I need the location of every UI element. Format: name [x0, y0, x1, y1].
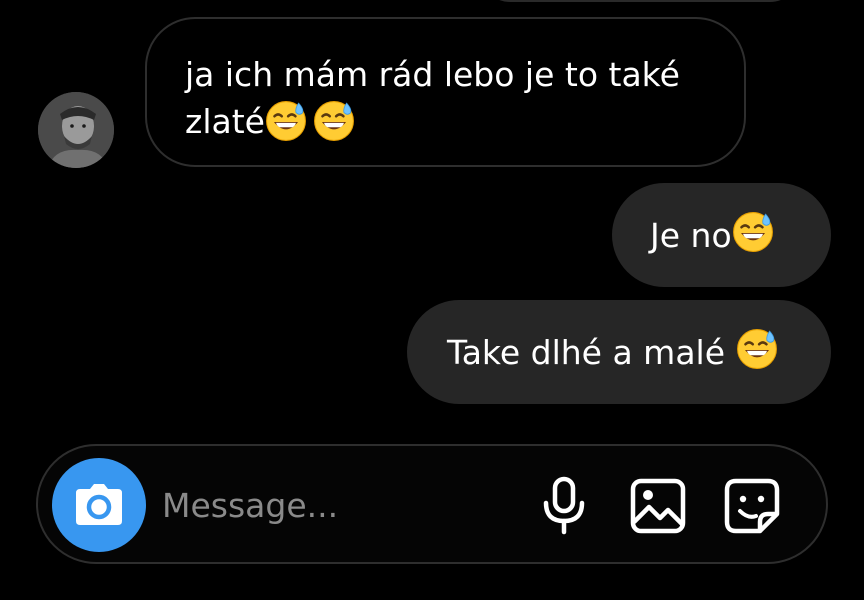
- grinning-sweat-emoji-icon: [736, 328, 778, 370]
- grinning-sweat-emoji-icon: [732, 211, 774, 253]
- chat-screen: ja ich mám rád lebo je to také zlaté Je …: [0, 0, 864, 600]
- sticker-button[interactable]: [722, 476, 782, 536]
- message-composer: [36, 444, 828, 564]
- message-text: Take dlhé a malé: [447, 332, 736, 372]
- message-text-line-2: zlaté: [185, 98, 708, 145]
- avatar-photo-icon: [38, 92, 114, 168]
- camera-button[interactable]: [52, 458, 146, 552]
- microphone-icon: [543, 476, 585, 535]
- grinning-sweat-emoji-icon: [265, 100, 307, 142]
- outgoing-message-bubble[interactable]: Je no: [612, 183, 831, 287]
- message-input[interactable]: [162, 476, 502, 534]
- camera-icon: [76, 484, 122, 525]
- gallery-icon: [630, 478, 686, 534]
- previous-message-bubble-edge: [480, 0, 800, 2]
- avatar[interactable]: [38, 92, 114, 168]
- outgoing-message-bubble[interactable]: Take dlhé a malé: [407, 300, 831, 404]
- message-text: zlaté: [185, 102, 265, 141]
- grinning-sweat-emoji-icon: [313, 100, 355, 142]
- message-text-line-1: ja ich mám rád lebo je to také: [185, 55, 680, 94]
- sticker-icon: [724, 478, 780, 534]
- message-text: Je no: [650, 215, 732, 255]
- incoming-message-bubble[interactable]: ja ich mám rád lebo je to také zlaté: [145, 17, 746, 167]
- microphone-button[interactable]: [534, 476, 594, 536]
- gallery-button[interactable]: [628, 476, 688, 536]
